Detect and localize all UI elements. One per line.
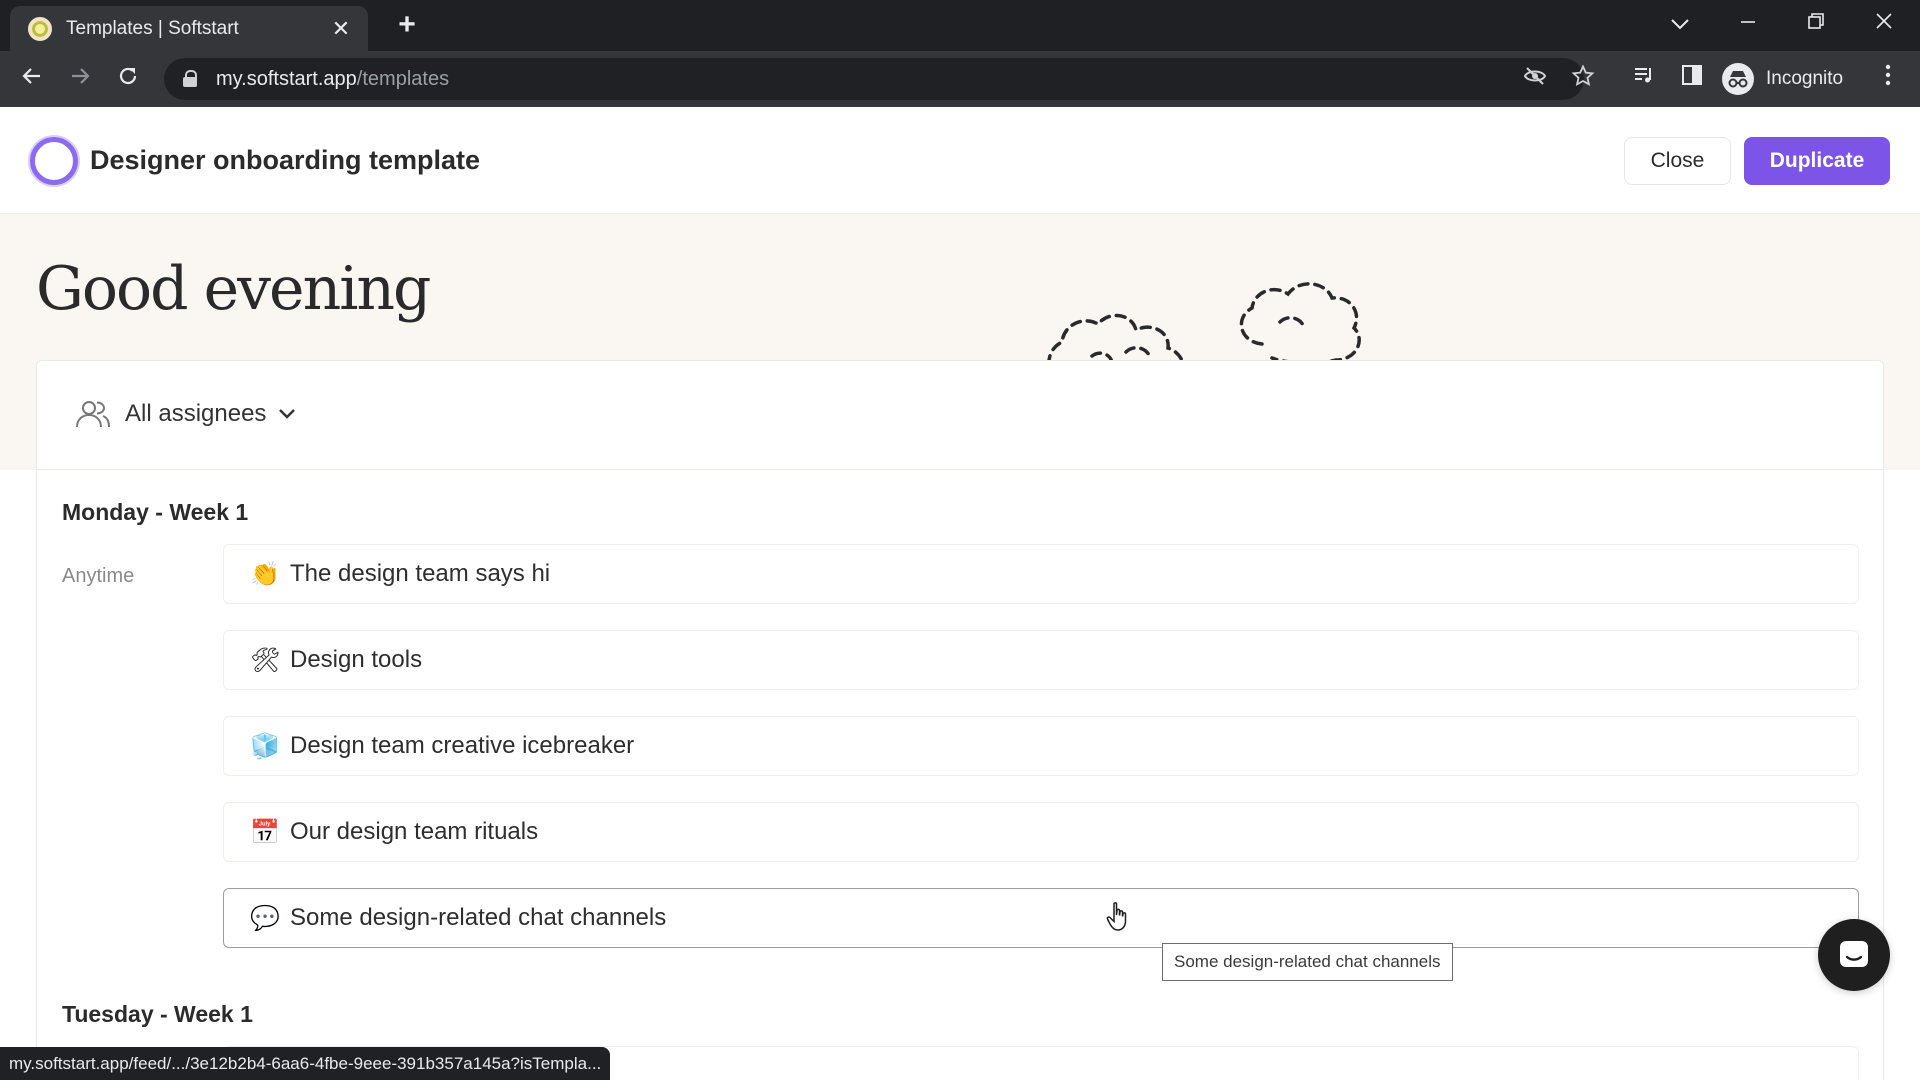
template-card: All assignees Monday - Week 1 Anytime 👏 … <box>36 360 1884 1080</box>
browser-toolbar: my.softstart.app/templates Incognito <box>0 51 1920 107</box>
chevron-down-icon <box>279 409 296 419</box>
browser-menu-icon[interactable] <box>1872 63 1904 95</box>
side-panel-icon[interactable] <box>1676 63 1708 95</box>
profile-label: Incognito <box>1766 68 1844 89</box>
assignee-filter-label: All assignees <box>125 400 267 427</box>
reload-icon[interactable] <box>110 61 146 97</box>
browser-tab-strip: Templates | Softstart ✕ + <box>0 0 1920 51</box>
chat-icon <box>1840 941 1868 967</box>
task-tooltip: Some design-related chat channels <box>1162 943 1453 981</box>
status-bar-url: my.softstart.app/feed/.../3e12b2b4-6aa6-… <box>0 1047 611 1080</box>
back-icon[interactable] <box>14 61 50 97</box>
duplicate-button[interactable]: Duplicate <box>1744 137 1890 185</box>
users-icon <box>76 401 110 428</box>
window-close-icon[interactable] <box>1854 6 1914 40</box>
tools-icon: 🛠 <box>250 646 281 674</box>
close-button[interactable]: Close <box>1624 137 1731 185</box>
browser-tab[interactable]: Templates | Softstart ✕ <box>10 6 368 51</box>
incognito-icon <box>1722 63 1754 95</box>
profile-incognito[interactable]: Incognito <box>1722 58 1843 100</box>
forward-icon[interactable] <box>62 61 98 97</box>
softstart-logo-icon <box>30 137 78 185</box>
media-queue-icon[interactable] <box>1628 63 1660 95</box>
clapping-hands-icon: 👏 <box>250 560 280 588</box>
task-item-team-rituals[interactable]: 📅 Our design team rituals <box>223 802 1859 862</box>
assignee-filter-dropdown[interactable]: All assignees <box>75 399 296 429</box>
tab-close-icon[interactable]: ✕ <box>328 16 354 42</box>
ice-cube-icon: 🧊 <box>250 732 280 760</box>
chat-launcher-button[interactable] <box>1818 919 1890 991</box>
task-title: Design tools <box>290 646 423 673</box>
task-title: Design team creative icebreaker <box>290 732 635 759</box>
filter-bar: All assignees <box>37 361 1883 470</box>
address-bar[interactable]: my.softstart.app/templates <box>164 58 1595 100</box>
url-host: my.softstart.app <box>216 67 357 90</box>
tab-title: Templates | Softstart <box>66 17 239 39</box>
restore-icon[interactable] <box>1786 6 1846 40</box>
task-item-creative-icebreaker[interactable]: 🧊 Design team creative icebreaker <box>223 716 1859 776</box>
calendar-icon: 📅 <box>250 818 280 846</box>
task-item-chat-channels[interactable]: 💬 Some design-related chat channels <box>223 888 1859 948</box>
day-title-monday: Monday - Week 1 <box>62 499 249 525</box>
hand-pointer-cursor-icon <box>1106 902 1127 931</box>
tab-search-icon[interactable] <box>1650 6 1710 40</box>
bookmark-star-icon[interactable] <box>1568 64 1598 94</box>
minimize-icon[interactable] <box>1718 6 1778 40</box>
new-tab-button[interactable]: + <box>390 8 424 42</box>
page-title: Designer onboarding template <box>90 145 481 175</box>
task-title: Our design team rituals <box>290 818 539 845</box>
task-item-design-team-says-hi[interactable]: 👏 The design team says hi <box>223 544 1859 604</box>
eye-off-icon[interactable] <box>1520 64 1550 94</box>
task-item-design-tools[interactable]: 🛠 Design tools <box>223 630 1859 690</box>
task-title: Some design-related chat channels <box>290 904 667 931</box>
url-path: /templates <box>356 67 450 90</box>
softstart-favicon-icon <box>28 16 52 41</box>
speech-bubble-icon: 💬 <box>250 904 280 932</box>
greeting-heading: Good evening <box>36 254 431 324</box>
lock-icon[interactable] <box>182 70 200 88</box>
app-header: Designer onboarding template Close Dupli… <box>0 107 1920 214</box>
day-title-tuesday: Tuesday - Week 1 <box>62 1001 253 1027</box>
task-title: The design team says hi <box>290 560 551 587</box>
slot-label-anytime: Anytime <box>62 565 135 587</box>
